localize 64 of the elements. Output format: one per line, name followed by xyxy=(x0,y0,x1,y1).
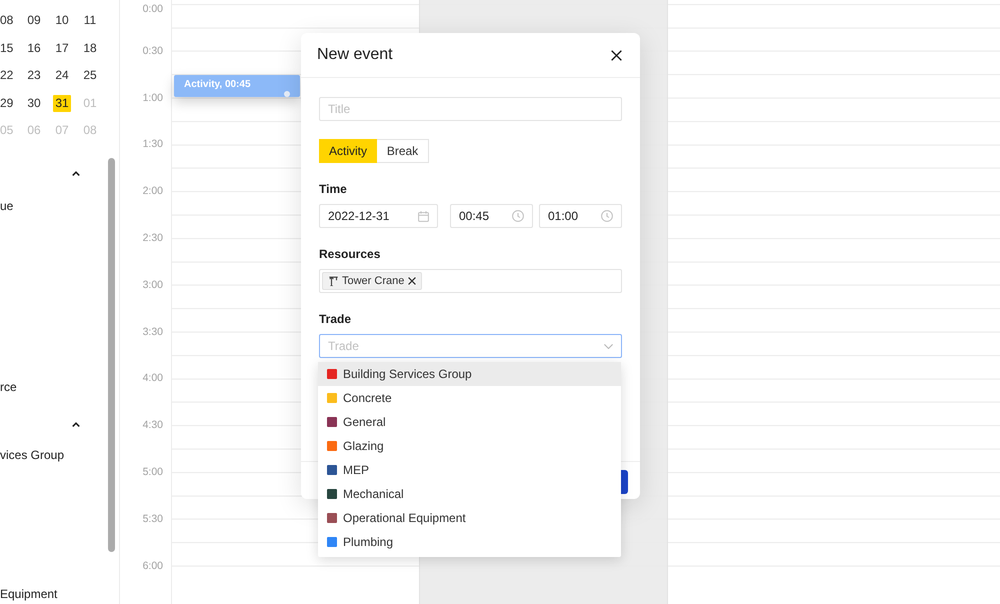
time-label: 6:00 xyxy=(142,560,163,572)
title-field[interactable]: Title xyxy=(319,97,622,121)
calendar-day[interactable]: 18 xyxy=(81,40,99,57)
calendar-day[interactable]: 09 xyxy=(25,12,43,30)
dropdown-option[interactable]: Mechanical xyxy=(318,482,621,506)
dropdown-option[interactable]: Glazing xyxy=(318,434,621,458)
field-label: Trade xyxy=(319,312,352,326)
sidebar-item[interactable]: rce xyxy=(0,378,17,396)
time-label: 3:00 xyxy=(142,278,163,291)
close-icon[interactable] xyxy=(611,50,622,60)
calendar-day[interactable]: 25 xyxy=(81,67,99,84)
dropdown-option[interactable]: Concrete xyxy=(318,386,621,410)
calendar-day[interactable]: 24 xyxy=(53,67,71,84)
dropdown-option[interactable]: General xyxy=(318,410,621,434)
remove-icon[interactable] xyxy=(408,277,416,285)
chevron-down-icon xyxy=(604,344,613,348)
chevron-up-icon[interactable] xyxy=(72,422,80,427)
field-label: Resources xyxy=(319,247,380,261)
time-label: 2:00 xyxy=(142,185,163,198)
time-label: 1:00 xyxy=(142,92,163,104)
dropdown-option[interactable]: MEP xyxy=(318,458,621,482)
calendar-day[interactable]: 22 xyxy=(0,67,14,84)
time-label: 2:30 xyxy=(142,232,163,244)
calendar-day[interactable]: 23 xyxy=(25,67,43,84)
crane-icon xyxy=(329,276,338,286)
segment-tab[interactable]: Break xyxy=(377,139,429,163)
time-label: 0:00 xyxy=(142,3,163,15)
sidebar-item[interactable]: vices Group xyxy=(0,446,64,464)
calendar-day[interactable]: 08 xyxy=(0,12,14,30)
resize-handle[interactable] xyxy=(284,91,290,97)
calendar-day[interactable]: 16 xyxy=(25,40,43,57)
calendar-day[interactable]: 31 xyxy=(53,94,71,112)
time-field[interactable]: 01:00 xyxy=(539,204,622,228)
sidebar-item[interactable]: Equipment xyxy=(0,584,58,602)
dialog-title: New event xyxy=(317,46,393,64)
calendar-day[interactable]: 15 xyxy=(0,40,14,57)
dropdown-option[interactable]: Building Services Group xyxy=(318,362,621,386)
field-label: Time xyxy=(319,182,347,196)
chevron-up-icon[interactable] xyxy=(72,171,80,176)
dropdown-option[interactable]: Operational Equipment xyxy=(318,506,621,530)
segment-tab[interactable]: Activity xyxy=(319,139,377,163)
sidebar-item[interactable]: ue xyxy=(0,196,14,214)
calendar-day[interactable]: 30 xyxy=(25,94,43,112)
button-edge[interactable] xyxy=(621,470,628,494)
tag-label: Tower Crane xyxy=(342,275,404,287)
time-label: 4:00 xyxy=(142,372,163,384)
calendar-day[interactable]: 10 xyxy=(53,12,71,30)
dropdown-option[interactable]: Plumbing xyxy=(318,530,621,554)
clock-icon xyxy=(512,210,524,222)
calendar-day[interactable]: 17 xyxy=(53,40,71,57)
calendar-day[interactable]: 11 xyxy=(81,12,99,30)
clock-icon xyxy=(601,210,613,222)
calendar-icon xyxy=(418,210,429,222)
time-label: 3:30 xyxy=(142,326,163,338)
time-label: 1:30 xyxy=(142,138,163,150)
resources-field[interactable]: Tower Crane xyxy=(319,269,622,293)
time-label: 4:30 xyxy=(142,419,163,432)
time-label: 0:30 xyxy=(142,44,163,57)
time-label: 5:00 xyxy=(142,466,163,478)
time-field[interactable]: 00:45 xyxy=(450,204,533,228)
time-label: 5:30 xyxy=(142,512,163,525)
scrollbar-thumb[interactable] xyxy=(108,158,115,552)
calendar-day[interactable]: 29 xyxy=(0,94,14,112)
date-field[interactable]: 2022-12-31 xyxy=(319,204,438,228)
